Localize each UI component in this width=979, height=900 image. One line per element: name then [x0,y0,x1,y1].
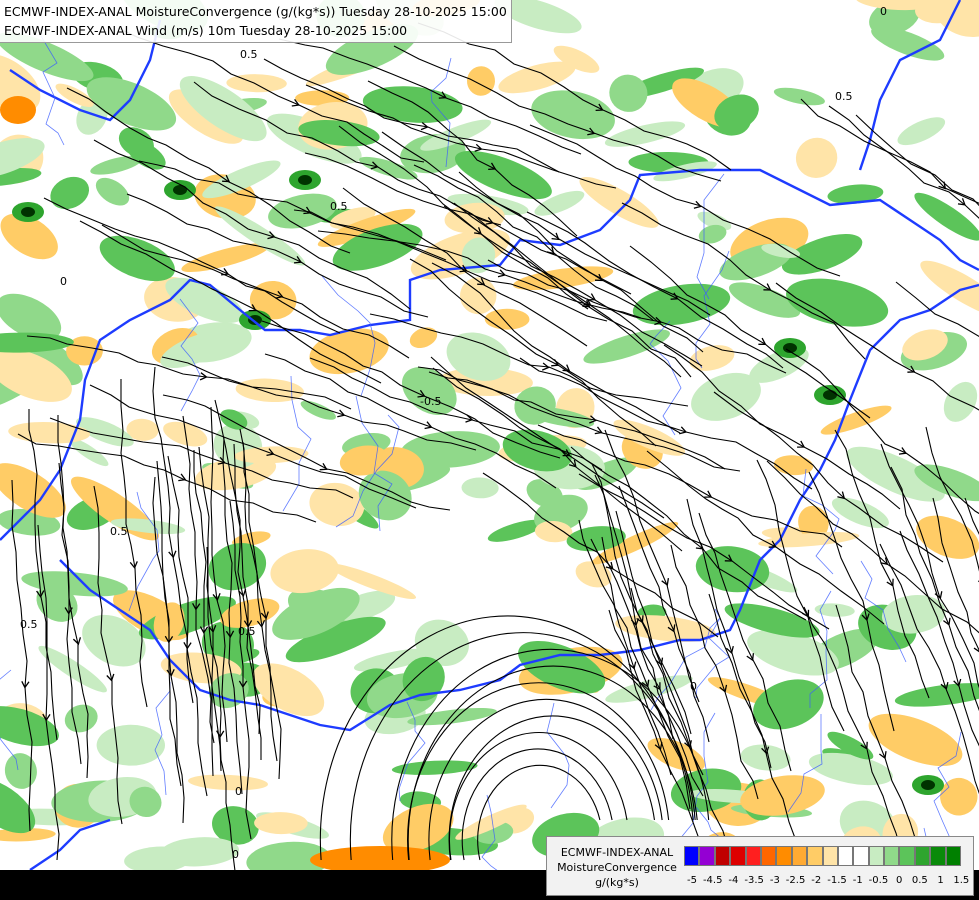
legend-swatch [684,846,700,866]
legend-caption: ECMWF-INDEX-ANAL MoistureConvergence g/(… [551,845,683,890]
field-core [0,96,36,124]
legend-swatches [684,846,962,866]
legend-swatch [807,846,823,866]
contour-label: 0.5 [238,625,256,638]
legend-swatch [699,846,715,866]
legend-parameter: MoistureConvergence [557,861,677,874]
legend-model: ECMWF-INDEX-ANAL [560,846,674,859]
contour-label: 0 [235,785,242,798]
legend-swatch [714,846,731,866]
contour-label: 0 [232,848,239,861]
legend-tick-label: -0.5 [868,875,889,886]
legend-swatch [853,846,869,866]
contour-label: 0 [60,275,67,288]
contour-label: 0.5 [330,200,348,213]
field-core [298,175,312,185]
legend-tick-label: 1 [937,875,944,886]
legend-tick-label: -2 [811,875,822,886]
legend-swatch [914,846,931,866]
legend-ticks: -5-4.5-4-3.5-3-2.5-2-1.5-1-0.500.511.52 [687,875,979,889]
contour-label: 0 [690,680,697,693]
map-title: ECMWF-INDEX-ANAL MoistureConvergence (g/… [0,0,512,43]
legend-tick-label: 1.5 [953,875,970,886]
field-patch [484,308,530,330]
legend-tick-label: -5 [687,875,697,886]
legend-tick-label: -3.5 [744,875,764,886]
field-core [21,207,35,217]
legend-tick-label: -2.5 [785,875,806,886]
legend-tick-label: 0.5 [911,875,928,886]
title-line-wind: ECMWF-INDEX-ANAL Wind (m/s) 10m Tuesday … [4,23,408,38]
legend-tick-label: -4.5 [702,875,723,886]
contour-label: -0.5 [420,395,441,408]
contour-label: 0.5 [110,525,128,538]
contour-label: 0.5 [240,48,258,61]
legend-tick-label: -1.5 [827,875,847,886]
legend-tick-label: -3 [769,875,780,886]
legend-swatch [837,846,854,866]
contour-label: 0.5 [20,618,38,631]
field-core [921,780,935,790]
field-core [823,390,837,400]
legend-swatch [868,846,885,866]
legend-swatch [945,846,962,866]
legend-swatch [822,846,838,866]
legend-swatch [884,846,900,866]
color-legend: ECMWF-INDEX-ANAL MoistureConvergence g/(… [546,836,979,896]
legend-tick-label: -4 [728,875,739,886]
legend-swatch [776,846,792,866]
legend-swatch [791,846,808,866]
legend-swatch [899,846,915,866]
contour-label: 0.5 [835,90,853,103]
contour-label: 0 [880,5,887,18]
field-patch [96,724,165,766]
title-line-moisture: ECMWF-INDEX-ANAL MoistureConvergence (g/… [4,4,507,19]
legend-swatch [730,846,746,866]
legend-unit: g/(kg*s) [595,876,639,889]
legend-tick-label: 0 [895,875,903,886]
legend-tick-label: -1 [852,875,863,886]
legend-swatch [745,846,761,866]
legend-swatch [760,846,777,866]
weather-map: 0.5 0 -0.5 0.5 0 0.5 0 0.5 0 0.5 0 0.5 [0,0,979,900]
legend-swatch [930,846,946,866]
